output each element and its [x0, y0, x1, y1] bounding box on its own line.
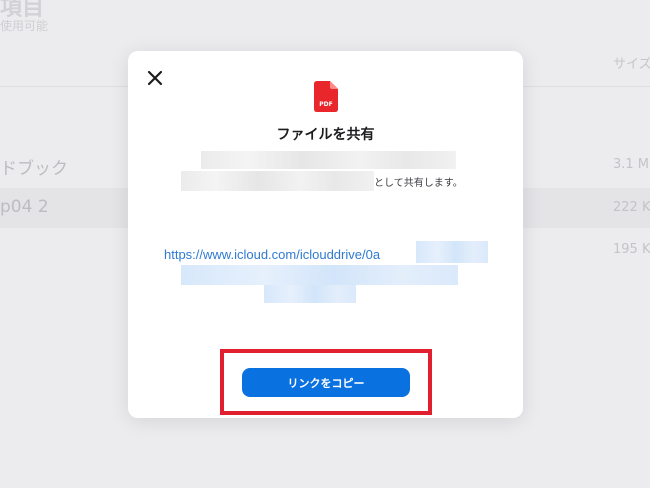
file-name: p04 2 [0, 197, 49, 217]
file-size: 3.1 MB [613, 157, 650, 172]
redacted-link-line2 [181, 265, 458, 285]
page-subtitle: 使用可能 [0, 19, 49, 33]
highlight-annotation [220, 349, 432, 415]
redacted-filename [201, 151, 456, 169]
redacted-link-line3 [264, 285, 356, 303]
size-column-header: サイズ [613, 57, 650, 72]
file-name: ドブック [0, 159, 68, 179]
pdf-icon-label: PDF [319, 101, 332, 108]
dialog-title: ファイルを共有 [276, 127, 375, 143]
close-icon [147, 70, 163, 86]
file-size: 195 KB [613, 242, 650, 257]
share-link[interactable]: https://www.icloud.com/iclouddrive/0a [164, 247, 380, 262]
pdf-file-icon: PDF [314, 81, 338, 112]
share-description-suffix: として共有します。 [374, 178, 463, 189]
close-button[interactable] [146, 69, 164, 87]
redacted-owner [181, 171, 374, 191]
file-size: 222 KB [613, 200, 650, 215]
redacted-link-tail [416, 241, 488, 263]
